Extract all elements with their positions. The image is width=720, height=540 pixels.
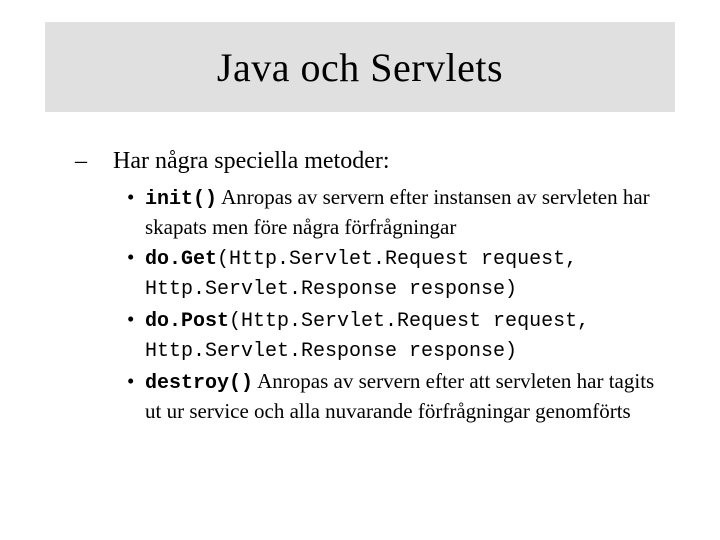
list-item: do.Post(Http.Servlet.Request request, Ht… [127, 305, 655, 365]
list-item: init() Anropas av servern efter instanse… [127, 183, 655, 241]
slide: Java och Servlets –Har några speciella m… [0, 0, 720, 540]
item-desc: Anropas av servern efter instansen av se… [145, 185, 650, 239]
slide-title: Java och Servlets [217, 44, 503, 91]
title-band: Java och Servlets [45, 22, 675, 112]
intro-text: Har några speciella metoder: [113, 148, 390, 174]
code-bold: destroy() [145, 372, 253, 395]
body-content: –Har några speciella metoder: init() Anr… [95, 148, 655, 428]
intro-line: –Har några speciella metoder: [95, 148, 655, 175]
code-bold: init() [145, 188, 217, 211]
code-bold: do.Get [145, 248, 217, 271]
code-bold: do.Post [145, 310, 229, 333]
list-item: destroy() Anropas av servern efter att s… [127, 367, 655, 425]
method-list: init() Anropas av servern efter instanse… [95, 183, 655, 426]
dash-bullet: – [95, 148, 113, 175]
list-item: do.Get(Http.Servlet.Request request, Htt… [127, 243, 655, 303]
